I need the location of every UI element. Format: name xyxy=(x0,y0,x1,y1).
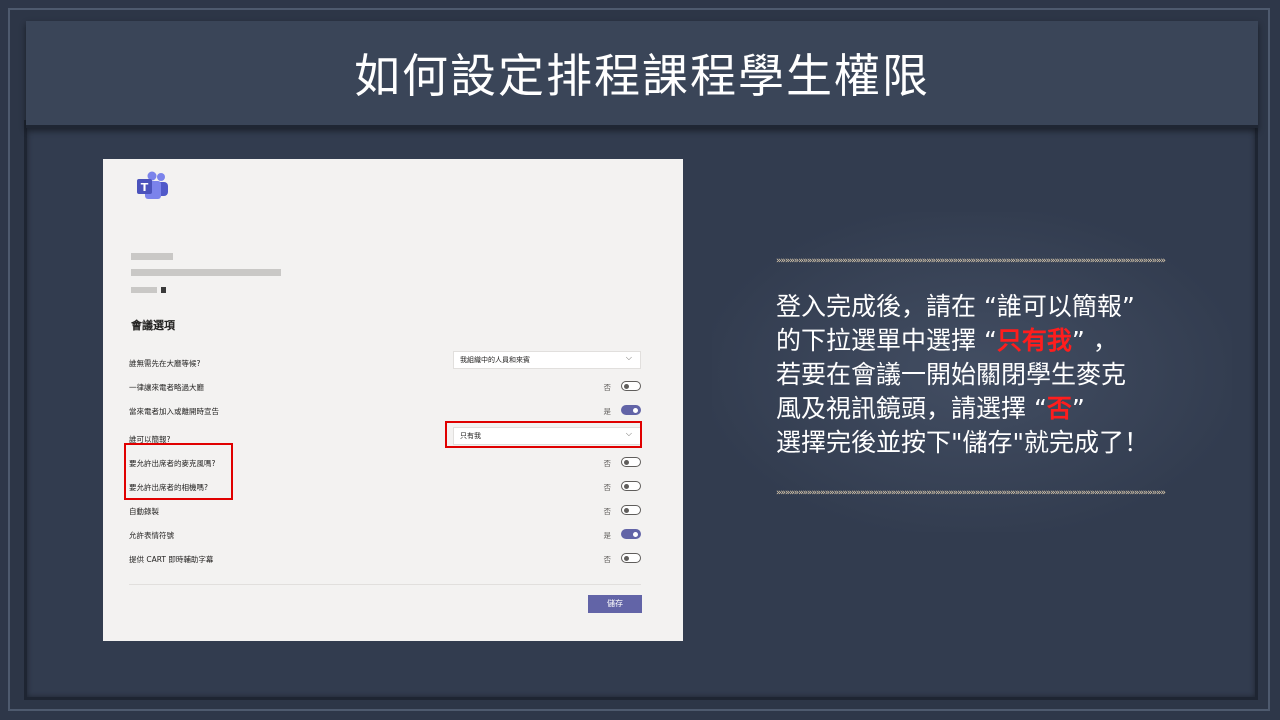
meeting-options-screenshot: T 會議選項 誰無需先在大廳等候? 我組織中的人員和來賓 ⌵ 一律讓來電者略過大… xyxy=(103,159,683,641)
option-cart-captions: 提供 CART 即時輔助字幕 否 xyxy=(129,551,641,571)
allow-mic-toggle[interactable] xyxy=(621,457,641,467)
option-state: 是 xyxy=(603,531,612,540)
decorative-arrows-bottom: »»»»»»»»»»»»»»»»»»»»»»»»»»»»»»»»»»»»»»»»… xyxy=(776,488,1166,498)
option-label: 允許表情符號 xyxy=(129,531,174,540)
instruction-line-4: 風及視訊鏡頭，請選擇 “否” xyxy=(776,392,1216,426)
blurred-organizer-mark xyxy=(161,287,166,293)
dropdown-value: 我組織中的人員和來賓 xyxy=(460,356,530,364)
instruction-line-1: 登入完成後，請在 “誰可以簡報” xyxy=(776,292,1135,321)
option-announce-callers: 當來電者加入或離開時宣告 是 xyxy=(129,403,641,423)
instruction-line-2: 的下拉選單中選擇 “只有我” ， xyxy=(776,324,1216,358)
option-state: 否 xyxy=(603,383,612,392)
lobby-bypass-dropdown[interactable]: 我組織中的人員和來賓 ⌵ xyxy=(453,351,641,369)
chevron-down-icon: ⌵ xyxy=(625,353,632,362)
cart-captions-toggle[interactable] xyxy=(621,553,641,563)
decorative-arrows-top: »»»»»»»»»»»»»»»»»»»»»»»»»»»»»»»»»»»»»»»»… xyxy=(776,256,1166,266)
emphasis-only-me: 只有我 xyxy=(996,326,1072,355)
emphasis-no: 否 xyxy=(1046,394,1072,423)
option-state: 否 xyxy=(603,459,612,468)
option-label: 提供 CART 即時輔助字幕 xyxy=(129,555,214,564)
meeting-options-heading: 會議選項 xyxy=(131,319,175,332)
highlight-who-can-present xyxy=(445,421,642,448)
slide-title: 如何設定排程課程學生權限 xyxy=(354,49,930,103)
allow-camera-toggle[interactable] xyxy=(621,481,641,491)
callers-bypass-toggle[interactable] xyxy=(621,381,641,391)
instruction-text: 登入完成後，請在 “誰可以簡報” 的下拉選單中選擇 “只有我” ， 若要在會議一… xyxy=(776,290,1216,460)
line2-pre: 的下拉選單中選擇 “ xyxy=(776,326,997,355)
svg-text:T: T xyxy=(141,181,149,194)
option-state: 否 xyxy=(603,483,612,492)
line2-post: ” ， xyxy=(1071,326,1118,355)
option-label: 當來電者加入或離開時宣告 xyxy=(129,407,219,416)
highlight-mic-camera-options xyxy=(124,443,233,500)
option-allow-reactions: 允許表情符號 是 xyxy=(129,527,641,547)
auto-record-toggle[interactable] xyxy=(621,505,641,515)
allow-reactions-toggle[interactable] xyxy=(621,529,641,539)
option-label: 一律讓來電者略過大廳 xyxy=(129,383,204,392)
option-auto-record: 自動錄製 否 xyxy=(129,503,641,523)
option-state: 是 xyxy=(603,407,612,416)
option-state: 否 xyxy=(603,507,612,516)
option-state: 否 xyxy=(603,555,612,564)
title-bar: 如何設定排程課程學生權限 xyxy=(26,21,1258,128)
instruction-line-3: 若要在會議一開始關閉學生麥克 xyxy=(776,360,1127,389)
line4-post: ” xyxy=(1071,394,1085,423)
instruction-line-5: 選擇完後並按下"儲存"就完成了！ xyxy=(776,428,1149,457)
option-lobby-bypass: 誰無需先在大廳等候? 我組織中的人員和來賓 ⌵ xyxy=(129,351,641,375)
line4-pre: 風及視訊鏡頭，請選擇 “ xyxy=(776,394,1047,423)
blurred-meeting-name xyxy=(131,253,173,260)
option-label: 誰無需先在大廳等候? xyxy=(129,359,201,368)
announce-callers-toggle[interactable] xyxy=(621,405,641,415)
option-label: 自動錄製 xyxy=(129,507,159,516)
blurred-organizer xyxy=(131,287,157,293)
teams-logo-icon: T xyxy=(137,171,168,199)
divider xyxy=(129,584,641,585)
save-button[interactable]: 儲存 xyxy=(588,595,642,613)
blurred-meeting-time xyxy=(131,269,281,276)
option-callers-bypass-lobby: 一律讓來電者略過大廳 否 xyxy=(129,379,641,399)
